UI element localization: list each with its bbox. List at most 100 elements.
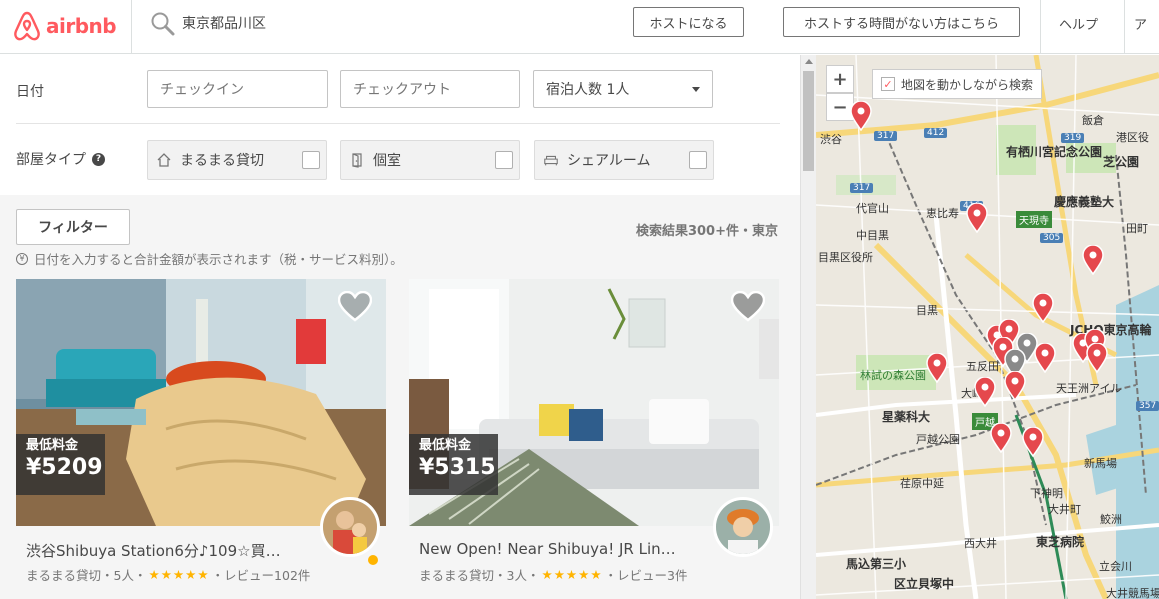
map-label: 目黒 <box>916 304 938 317</box>
host-avatar[interactable] <box>320 497 380 557</box>
map-label: 荏原中延 <box>900 477 944 490</box>
room-type-checkbox-shared[interactable] <box>689 151 707 169</box>
room-type-private-room[interactable]: 個室 <box>340 140 520 180</box>
map-pin-icon[interactable] <box>1032 293 1054 323</box>
room-type-checkbox-entire[interactable] <box>302 151 320 169</box>
map-label: 林試の森公園 <box>860 369 926 382</box>
map-pin-icon[interactable] <box>1034 343 1056 373</box>
search-as-map-moves-toggle[interactable]: ✓ 地図を動かしながら検索 <box>872 69 1043 99</box>
top-navigation-bar: airbnb ホストになる ホストする時間がない方はこちら ヘルプ ア <box>0 0 1159 54</box>
heart-icon[interactable] <box>338 291 372 323</box>
search-filters-panel: 日付 チェックイン チェックアウト 宿泊人数 1人 部屋タイプ ? まるまる貸切… <box>0 55 800 195</box>
listing-guests: 5人 <box>113 568 134 583</box>
listing-room-type: まるまる貸切 <box>26 568 102 583</box>
divider <box>16 123 780 124</box>
truncated-nav-link[interactable]: ア <box>1134 14 1147 33</box>
map-label: 有栖川宮記念公園 <box>1006 145 1103 159</box>
airbnb-logo[interactable]: airbnb <box>14 7 122 45</box>
room-type-label-shared: シェアルーム <box>567 153 651 169</box>
map-pin-icon[interactable] <box>990 423 1012 453</box>
map-label: 西大井 <box>964 537 997 550</box>
checkin-field[interactable]: チェックイン <box>147 70 328 108</box>
route-shield: 317 <box>850 183 874 193</box>
room-type-shared-room[interactable]: シェアルーム <box>534 140 714 180</box>
price-label: 最低料金 <box>419 438 472 453</box>
room-type-entire-home[interactable]: まるまる貸切 <box>147 140 327 180</box>
room-type-checkbox-private[interactable] <box>495 151 513 169</box>
listing-card[interactable]: 最低料金 ¥5315 New Open! Near Shibuya! JR Li… <box>409 279 779 599</box>
listing-reviews: レビュー102件 <box>224 568 311 583</box>
map-label: 馬込第三小 <box>846 557 907 571</box>
listing-title[interactable]: New Open! Near Shibuya! JR Lin… <box>419 540 709 558</box>
zoom-in-button[interactable]: + <box>826 65 854 93</box>
filters-button[interactable]: フィルター <box>16 209 130 245</box>
help-icon[interactable]: ? <box>92 152 105 166</box>
scroll-thumb[interactable] <box>803 71 814 171</box>
star-rating: ★★★★★ <box>148 567 210 582</box>
room-type-label: 部屋タイプ ? <box>16 149 105 169</box>
results-map[interactable]: 渋谷 恵比寿 代官山 中目黒 目黒区役所 目黒 五反田 大崎 林試の森公園 星薬… <box>816 55 1159 599</box>
listing-room-type: まるまる貸切 <box>419 568 495 583</box>
header-divider <box>131 0 132 54</box>
map-label: 代官山 <box>856 202 889 215</box>
listing-meta: まるまる貸切 ・ 3人 ・ ★★★★★ ・ レビュー3件 <box>419 567 688 583</box>
room-type-label-private: 個室 <box>373 153 401 169</box>
map-pin-icon[interactable] <box>974 377 996 407</box>
map-pin-icon[interactable] <box>966 203 988 233</box>
superhost-badge <box>368 555 378 565</box>
price-value: ¥5209 <box>26 455 103 480</box>
search-as-map-moves-label: 地図を動かしながら検索 <box>901 77 1034 92</box>
map-pin-icon[interactable] <box>1004 371 1026 401</box>
map-label: 田町 <box>1126 222 1148 235</box>
map-pin-icon[interactable] <box>850 101 872 131</box>
date-label: 日付 <box>16 84 44 100</box>
room-type-label-entire: まるまる貸切 <box>180 153 264 169</box>
listing-photo[interactable]: 最低料金 ¥5209 <box>16 279 386 526</box>
guests-value: 宿泊人数 1人 <box>546 82 630 98</box>
map-label: 目黒区役所 <box>818 251 873 264</box>
checkout-field[interactable]: チェックアウト <box>340 70 520 108</box>
map-label: 芝公園 <box>1103 155 1140 169</box>
route-shield: 412 <box>924 128 948 138</box>
host-avatar[interactable] <box>713 497 773 557</box>
map-label: 中目黒 <box>856 229 889 242</box>
map-pin-icon[interactable] <box>926 353 948 383</box>
results-scrollbar[interactable] <box>800 55 816 599</box>
map-pin-icon[interactable] <box>1022 427 1044 457</box>
map-label: 慶應義塾大 <box>1054 195 1115 209</box>
room-type-label-text: 部屋タイプ <box>16 152 86 168</box>
map-label: 飯倉 <box>1082 114 1104 127</box>
guests-select[interactable]: 宿泊人数 1人 <box>533 70 713 108</box>
heart-icon[interactable] <box>731 291 765 323</box>
station-label: 天現寺 <box>1016 211 1052 228</box>
listing-reviews: レビュー3件 <box>617 568 688 583</box>
host-without-time-button[interactable]: ホストする時間がない方はこちら <box>783 7 1020 37</box>
price-label: 最低料金 <box>26 438 79 453</box>
airbnb-belo-icon <box>14 11 40 41</box>
star-rating: ★★★★★ <box>541 567 603 582</box>
scroll-up-arrow-icon[interactable] <box>805 59 813 64</box>
listing-photo[interactable]: 最低料金 ¥5315 <box>409 279 779 526</box>
route-shield: 317 <box>874 131 898 141</box>
price-note: ¥ 日付を入力すると合計金額が表示されます（税・サービス料別）。 <box>16 249 403 268</box>
listing-card[interactable]: 最低料金 ¥5209 渋谷Shibuya Station6分♪109☆買… まる… <box>16 279 386 599</box>
location-search-input[interactable] <box>182 12 582 34</box>
header-divider <box>1124 0 1125 54</box>
yen-icon: ¥ <box>16 252 28 265</box>
home-icon <box>156 152 172 168</box>
price-value: ¥5315 <box>419 455 496 480</box>
listing-meta: まるまる貸切 ・ 5人 ・ ★★★★★ ・ レビュー102件 <box>26 567 311 583</box>
checkbox-checked-icon[interactable]: ✓ <box>881 77 895 91</box>
map-pin-icon[interactable] <box>1086 343 1108 373</box>
header-divider <box>1040 0 1041 54</box>
map-label: 区立貝塚中 <box>894 577 955 591</box>
route-shield: 357 <box>1136 401 1159 411</box>
become-host-button[interactable]: ホストになる <box>633 7 744 37</box>
help-link[interactable]: ヘルプ <box>1059 14 1098 33</box>
map-label: 恵比寿 <box>926 207 959 220</box>
map-label: 渋谷 <box>820 133 842 146</box>
map-pin-icon[interactable] <box>1082 245 1104 275</box>
listing-title[interactable]: 渋谷Shibuya Station6分♪109☆買… <box>26 540 316 561</box>
map-label: 大井競馬場 <box>1106 587 1159 599</box>
map-label: 港区役 <box>1116 131 1149 144</box>
